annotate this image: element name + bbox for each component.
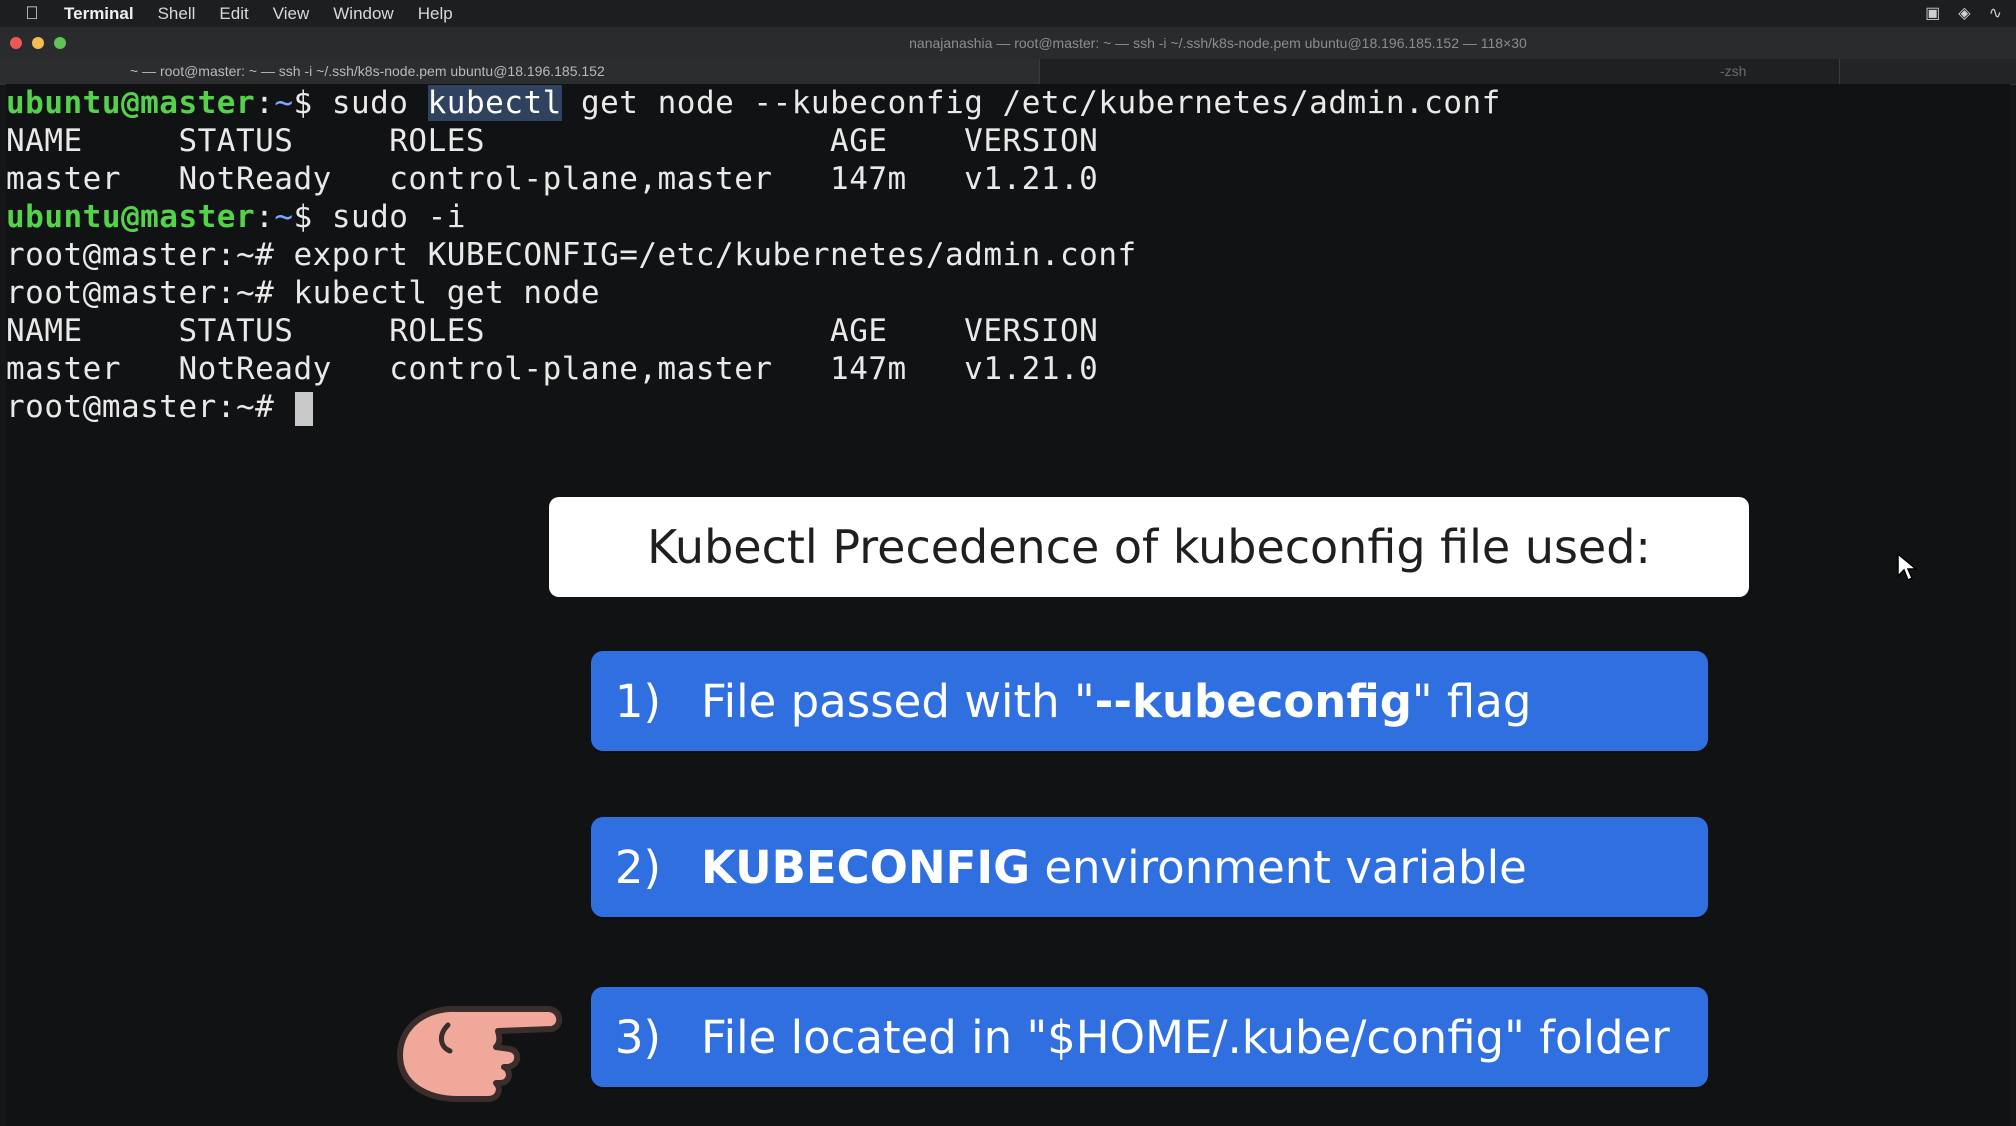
window-title-bar: nanajanashia — root@master: ~ — ssh -i ~… bbox=[0, 27, 2016, 59]
menu-window[interactable]: Window bbox=[333, 4, 393, 24]
terminal-line-2: NAME STATUS ROLES AGE VERSION bbox=[6, 123, 1099, 159]
selected-text: kubectl bbox=[427, 85, 562, 121]
menu-bar:  Terminal Shell Edit View Window Help ▣… bbox=[0, 0, 2016, 27]
tab-bar: ~ — root@master: ~ — ssh -i ~/.ssh/k8s-n… bbox=[0, 59, 2016, 85]
screen-record-icon[interactable]: ▣ bbox=[1925, 3, 1940, 23]
item-text-pre: File located in "$HOME/.kube/config" fol… bbox=[701, 1010, 1670, 1064]
control-center-icon[interactable]: ◈ bbox=[1958, 3, 1970, 23]
item-text: KUBECONFIG environment variable bbox=[701, 841, 1527, 894]
prompt-symbol: $ bbox=[293, 85, 332, 121]
prompt-separator: : bbox=[255, 199, 275, 235]
item-number: 2) bbox=[614, 840, 661, 894]
precedence-item-3: 3) File located in "$HOME/.kube/config" … bbox=[591, 987, 1708, 1087]
item-text-pre: File passed with " bbox=[701, 674, 1095, 728]
prompt-path: ~ bbox=[274, 199, 294, 235]
item-number: 1) bbox=[614, 674, 661, 728]
root-prompt: root@master:~# bbox=[6, 389, 294, 425]
slide-header-text: Kubectl Precedence of kubeconfig file us… bbox=[647, 520, 1651, 574]
menu-edit[interactable]: Edit bbox=[219, 4, 248, 24]
menu-app-terminal[interactable]: Terminal bbox=[64, 4, 134, 24]
menu-view[interactable]: View bbox=[273, 4, 310, 24]
item-text-post: " flag bbox=[1411, 674, 1532, 728]
command-text: sudo bbox=[331, 85, 428, 121]
terminal-line-7: NAME STATUS ROLES AGE VERSION bbox=[6, 313, 1099, 349]
terminal-line-9: root@master:~# bbox=[6, 388, 314, 426]
command-text: sudo -i bbox=[331, 199, 466, 235]
prompt-path: ~ bbox=[274, 85, 294, 121]
pointing-hand-icon bbox=[397, 1005, 563, 1102]
tab-ssh-session[interactable]: ~ — root@master: ~ — ssh -i ~/.ssh/k8s-n… bbox=[0, 59, 1040, 84]
terminal-line-6: root@master:~# kubectl get node bbox=[6, 275, 601, 311]
slide-header-card: Kubectl Precedence of kubeconfig file us… bbox=[549, 497, 1749, 597]
item-text: File passed with "--kubeconfig" flag bbox=[701, 675, 1531, 728]
terminal-line-5: root@master:~# export KUBECONFIG=/etc/ku… bbox=[6, 237, 1137, 273]
prompt-symbol: $ bbox=[293, 199, 332, 235]
menu-shell[interactable]: Shell bbox=[158, 4, 196, 24]
prompt-user: ubuntu@master bbox=[6, 199, 256, 235]
item-number: 3) bbox=[614, 1010, 661, 1064]
terminal-output[interactable]: ubuntu@master:~$ sudo kubectl get node -… bbox=[6, 84, 2010, 1126]
screen:  Terminal Shell Edit View Window Help ▣… bbox=[0, 0, 2016, 1126]
terminal-line-4: ubuntu@master:~$ sudo -i bbox=[6, 198, 466, 236]
item-text-bold: KUBECONFIG bbox=[701, 840, 1031, 894]
item-text-post: environment variable bbox=[1030, 840, 1527, 894]
terminal-line-8: master NotReady control-plane,master 147… bbox=[6, 351, 1099, 387]
terminal-line-1: ubuntu@master:~$ sudo kubectl get node -… bbox=[6, 84, 1501, 122]
item-text-bold: --kubeconfig bbox=[1094, 674, 1412, 728]
command-text: get node --kubeconfig /etc/kubernetes/ad… bbox=[561, 85, 1501, 121]
text-cursor bbox=[295, 391, 314, 426]
wifi-icon[interactable]: ∿ bbox=[1989, 3, 2002, 23]
terminal-line-3: master NotReady control-plane,master 147… bbox=[6, 161, 1099, 197]
menu-status-area: ▣ ◈ ∿ bbox=[1925, 3, 2002, 23]
tab-zsh[interactable]: -zsh bbox=[1040, 59, 1840, 84]
item-text: File located in "$HOME/.kube/config" fol… bbox=[701, 1011, 1670, 1064]
menu-help[interactable]: Help bbox=[418, 4, 453, 24]
precedence-item-1: 1) File passed with "--kubeconfig" flag bbox=[591, 651, 1708, 751]
prompt-separator: : bbox=[255, 85, 275, 121]
prompt-user: ubuntu@master bbox=[6, 85, 256, 121]
mouse-pointer-icon bbox=[1897, 552, 1918, 582]
precedence-item-2: 2) KUBECONFIG environment variable bbox=[591, 817, 1708, 917]
window-title: nanajanashia — root@master: ~ — ssh -i ~… bbox=[909, 35, 1527, 51]
apple-icon[interactable]:  bbox=[0, 3, 64, 24]
